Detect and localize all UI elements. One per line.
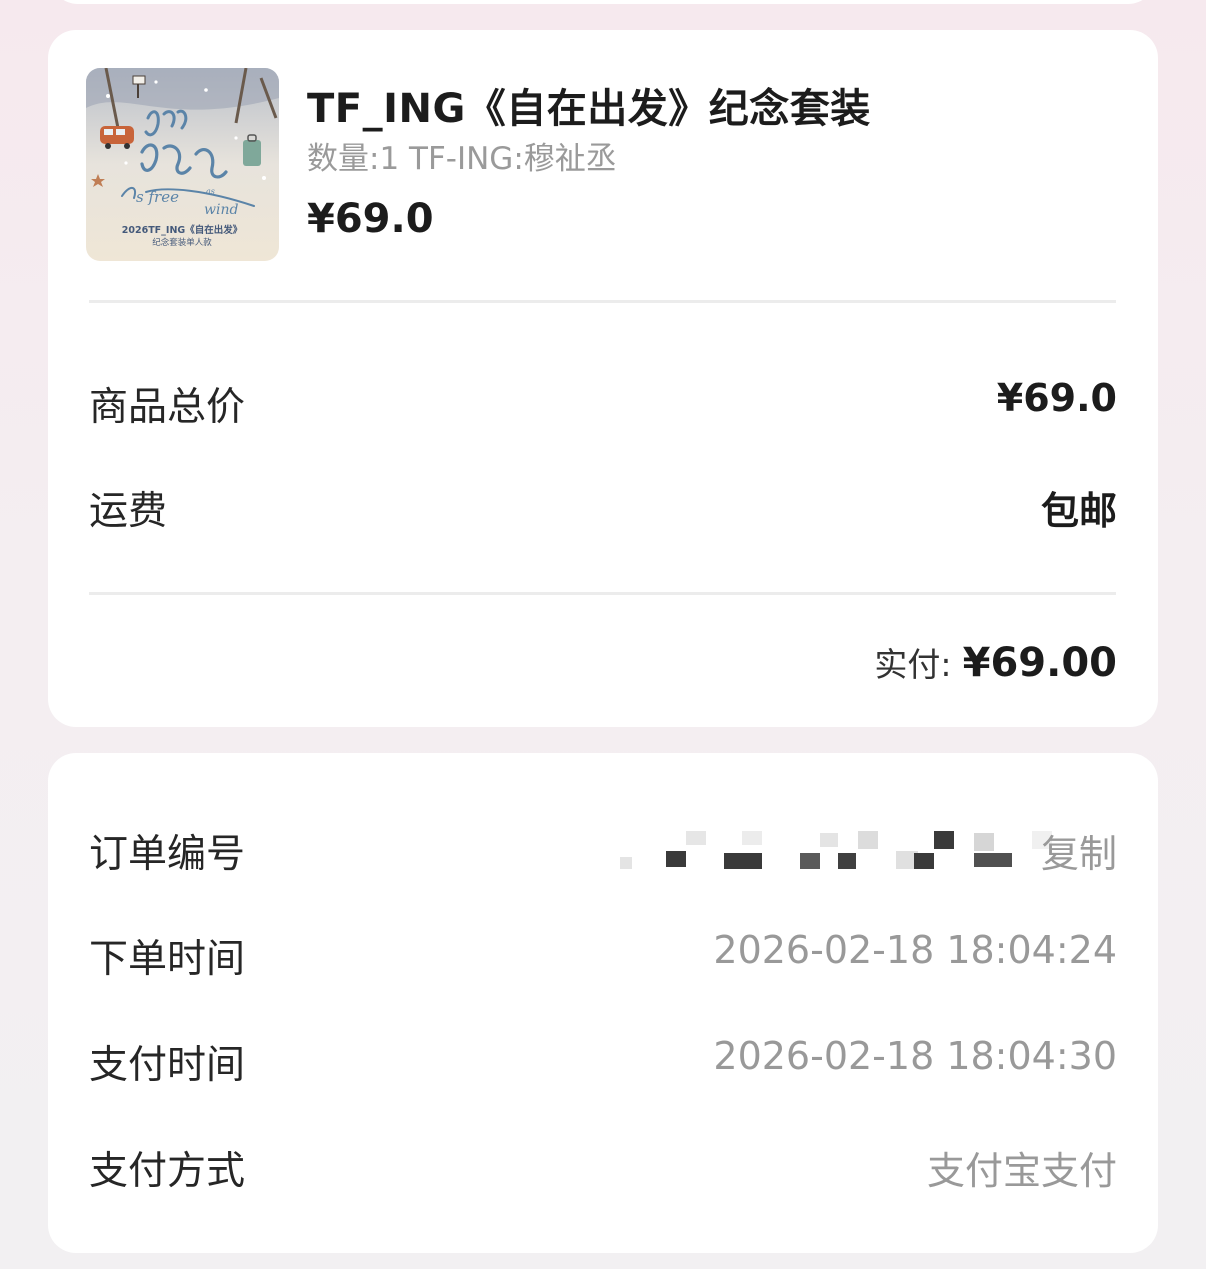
- pay-method-value: 支付宝支付: [926, 1149, 1117, 1193]
- product-spec: 数量:1 TF-ING:穆祉丞: [307, 141, 617, 177]
- paid-amount-row: 实付: ¥69.00: [874, 638, 1117, 686]
- copy-order-number-button[interactable]: 复制: [1041, 823, 1117, 878]
- product-thumbnail[interactable]: s free as wind 2026TF_ING《自在出发》 纪念套装单人款: [86, 68, 279, 261]
- divider: [89, 300, 1116, 303]
- product-title[interactable]: TF_ING《自在出发》纪念套装: [307, 76, 871, 134]
- pay-method-label: 支付方式: [89, 1149, 246, 1194]
- paid-label: 实付:: [874, 645, 952, 684]
- order-number-redacted: [570, 827, 1052, 871]
- order-info-card: 订单编号 复制 下单时间 2026-02-18 18:04:24 支付时间 20…: [48, 753, 1158, 1253]
- paid-amount: ¥69.00: [962, 640, 1117, 686]
- svg-text:wind: wind: [204, 202, 238, 218]
- shipping-value: 包邮: [1040, 489, 1117, 533]
- svg-text:as: as: [206, 187, 215, 196]
- pay-time-label: 支付时间: [89, 1043, 246, 1088]
- svg-text:纪念套装单人款: 纪念套装单人款: [152, 237, 212, 248]
- previous-card-edge: [50, 0, 1156, 4]
- order-summary-card: s free as wind 2026TF_ING《自在出发》 纪念套装单人款 …: [48, 30, 1158, 727]
- svg-text:s free: s free: [136, 188, 179, 206]
- svg-text:2026TF_ING《自在出发》: 2026TF_ING《自在出发》: [122, 224, 242, 236]
- shipping-label: 运费: [89, 489, 168, 534]
- order-time-label: 下单时间: [89, 937, 246, 982]
- order-number-label: 订单编号: [89, 832, 246, 877]
- product-artwork-image: s free as wind 2026TF_ING《自在出发》 纪念套装单人款: [86, 68, 279, 261]
- goods-total-value: ¥69.0: [996, 376, 1117, 420]
- product-price: ¥69.0: [307, 196, 434, 242]
- goods-total-label: 商品总价: [89, 385, 246, 430]
- divider: [89, 592, 1116, 595]
- pay-time-value: 2026-02-18 18:04:30: [713, 1034, 1117, 1078]
- order-time-value: 2026-02-18 18:04:24: [713, 928, 1117, 972]
